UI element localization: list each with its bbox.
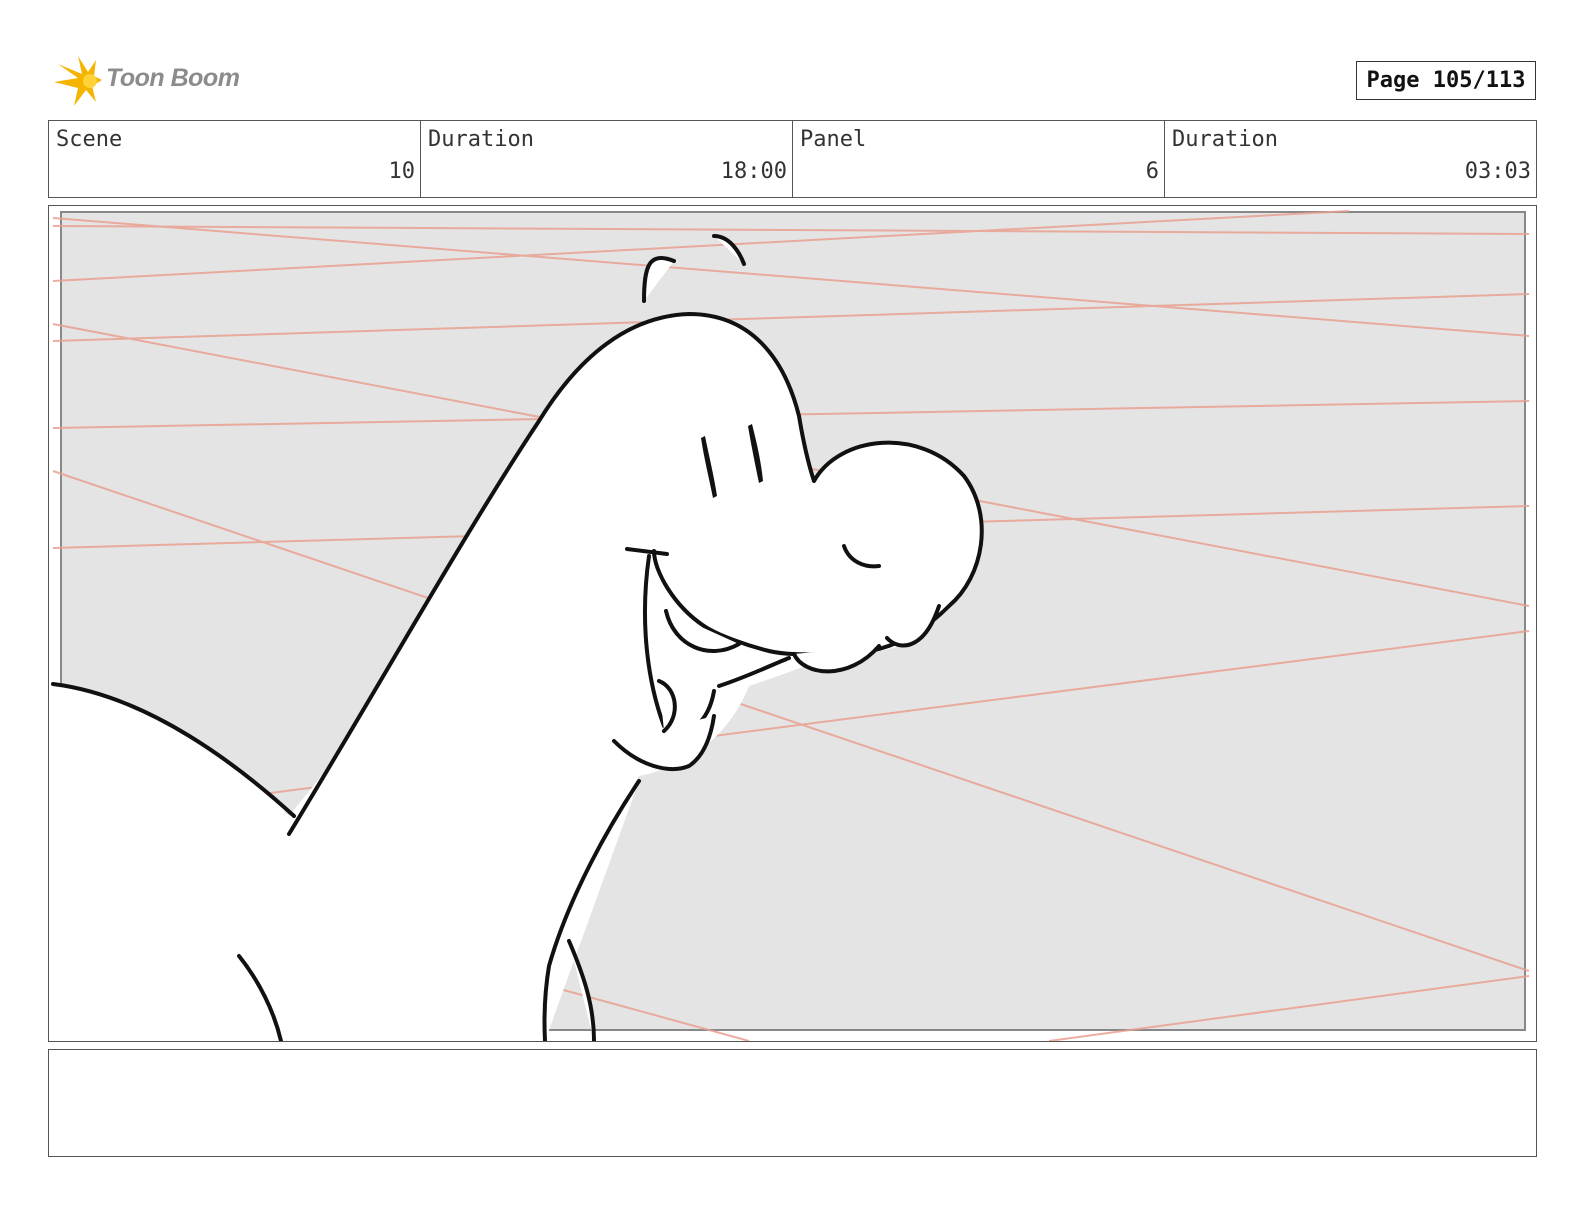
scene-duration-value: 18:00	[720, 159, 787, 184]
scene-label: Scene	[56, 127, 123, 152]
panel-label: Panel	[800, 127, 867, 152]
panel-cell: Panel 6	[793, 121, 1165, 197]
scene-cell: Scene 10	[49, 121, 421, 197]
scene-duration-label: Duration	[428, 127, 534, 152]
caption-box	[48, 1049, 1537, 1157]
panel-duration-value: 03:03	[1464, 159, 1531, 184]
panel-value: 6	[1145, 159, 1159, 184]
scene-duration-cell: Duration 18:00	[421, 121, 793, 197]
logo-text: Toon Boom	[106, 64, 240, 92]
storyboard-panel	[48, 205, 1537, 1042]
panel-duration-cell: Duration 03:03	[1165, 121, 1536, 197]
panel-drawing	[49, 206, 1536, 1041]
scene-value: 10	[388, 159, 416, 184]
page-number: Page 105/113	[1356, 61, 1536, 100]
panel-duration-label: Duration	[1172, 127, 1278, 152]
scene-info-table: Scene 10 Duration 18:00 Panel 6 Duration…	[48, 120, 1537, 198]
